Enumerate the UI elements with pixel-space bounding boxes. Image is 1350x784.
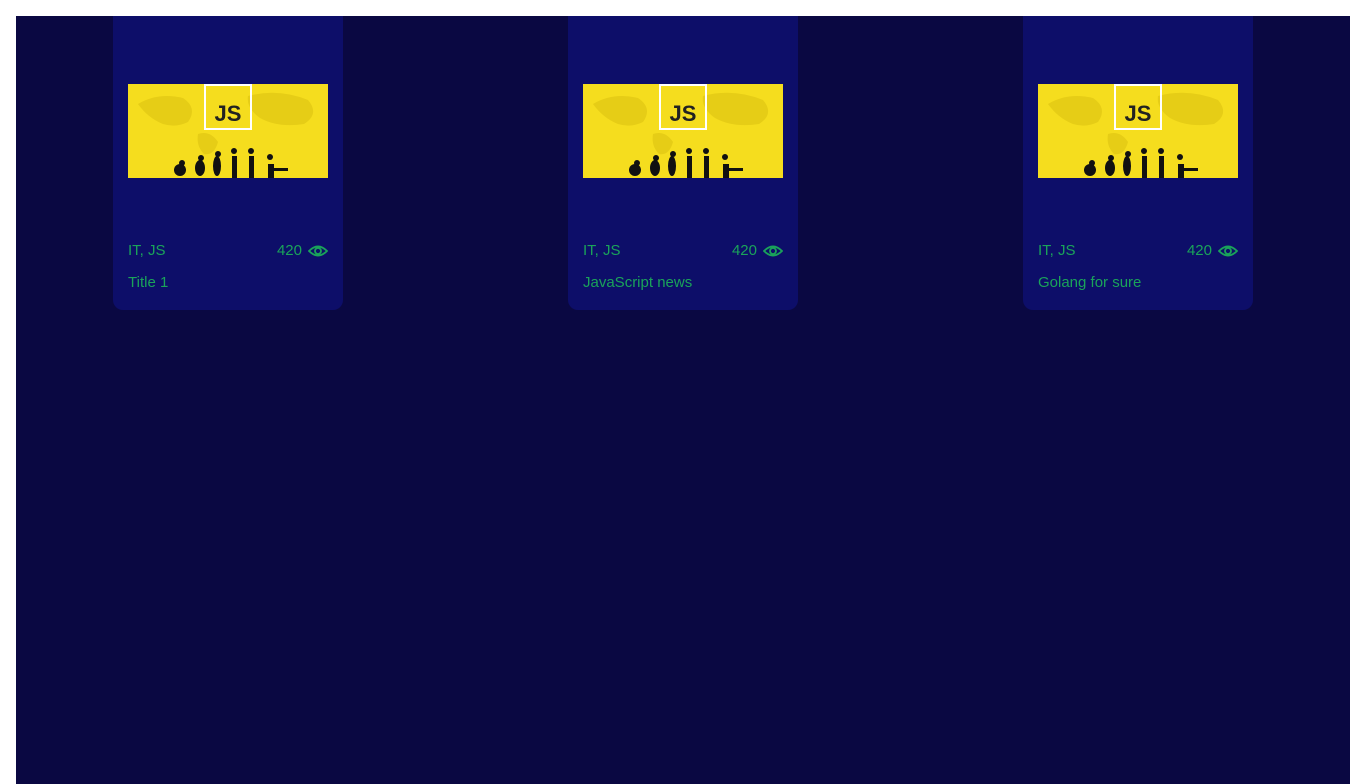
article-tags: IT, JS — [128, 242, 166, 259]
js-logo-text: JS — [670, 101, 697, 126]
view-count-value: 420 — [1186, 242, 1212, 259]
page-background: JS IT, JS 420 Title 1 JS IT, JS 420 Java… — [16, 16, 1350, 784]
article-title[interactable]: JavaScript news — [583, 274, 692, 291]
view-count-value: 420 — [731, 242, 757, 259]
view-count: 420 — [1186, 242, 1239, 259]
article-tags: IT, JS — [583, 242, 621, 259]
article-card[interactable]: JS IT, JS 420 Golang for sure — [1023, 16, 1253, 310]
eye-icon — [1217, 243, 1239, 259]
view-count-value: 420 — [276, 242, 302, 259]
article-card[interactable]: JS IT, JS 420 Title 1 — [113, 16, 343, 310]
view-count: 420 — [731, 242, 784, 259]
js-logo-text: JS — [215, 101, 242, 126]
article-title[interactable]: Title 1 — [128, 274, 168, 291]
eye-icon — [762, 243, 784, 259]
article-card[interactable]: JS IT, JS 420 JavaScript news — [568, 16, 798, 310]
article-thumbnail: JS — [583, 84, 783, 178]
article-thumbnail: JS — [1038, 84, 1238, 178]
view-count: 420 — [276, 242, 329, 259]
js-logo-text: JS — [1125, 101, 1152, 126]
eye-icon — [307, 243, 329, 259]
article-thumbnail: JS — [128, 84, 328, 178]
article-tags: IT, JS — [1038, 242, 1076, 259]
article-title[interactable]: Golang for sure — [1038, 274, 1141, 291]
